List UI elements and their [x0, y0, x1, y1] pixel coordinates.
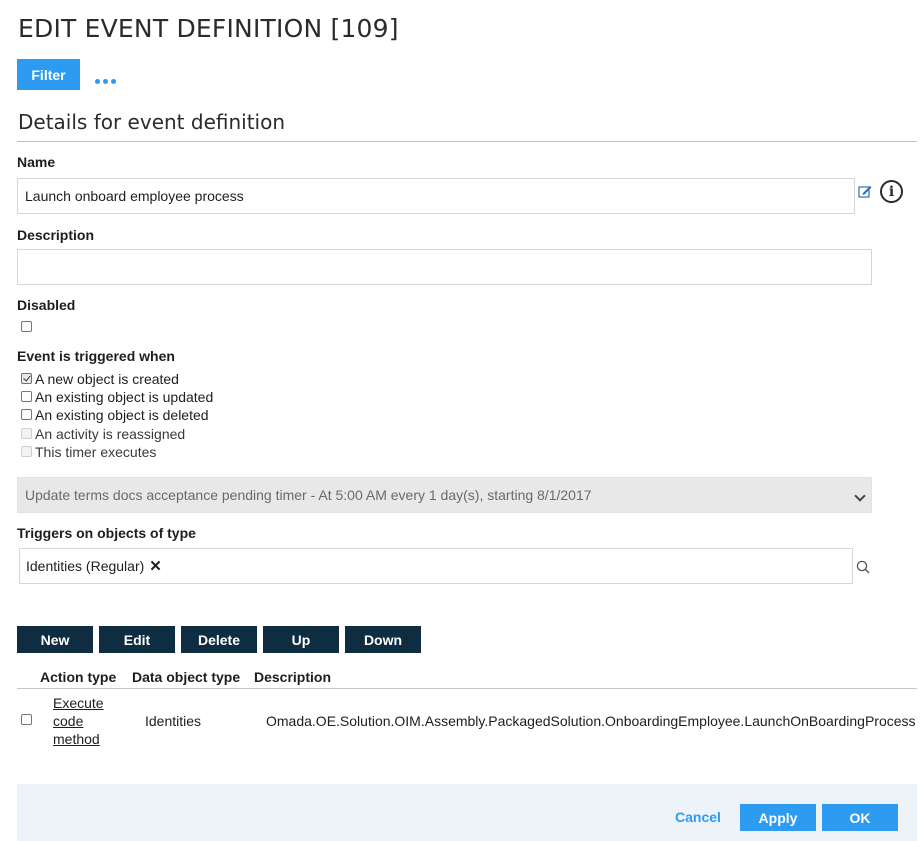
action-type-line: code [53, 713, 84, 729]
column-header-data-object-type[interactable]: Data object type [132, 669, 240, 685]
trigger-timer-checkbox [21, 446, 32, 457]
section-divider [17, 141, 917, 142]
disabled-label: Disabled [17, 297, 76, 313]
chevron-down-icon [854, 490, 866, 502]
name-input[interactable]: Launch onboard employee process [17, 178, 855, 214]
trigger-reassigned-checkbox [21, 428, 32, 439]
trigger-created-checkbox[interactable] [21, 373, 32, 384]
edit-icon[interactable] [858, 184, 872, 198]
triggered-when-label: Event is triggered when [17, 348, 175, 364]
filter-button[interactable]: Filter [17, 59, 80, 90]
object-type-input[interactable]: Identities (Regular) ✕ [19, 548, 853, 584]
name-label: Name [17, 154, 56, 170]
table-header-divider [17, 688, 917, 689]
timer-select[interactable]: Update terms docs acceptance pending tim… [17, 477, 872, 513]
delete-button[interactable]: Delete [181, 626, 257, 653]
up-button[interactable]: Up [263, 626, 339, 653]
info-icon[interactable]: i [880, 180, 903, 203]
ok-button[interactable]: OK [822, 804, 898, 831]
row-select-checkbox[interactable] [21, 714, 32, 725]
trigger-reassigned-label: An activity is reassigned [35, 426, 186, 442]
description-label: Description [17, 227, 95, 243]
apply-button[interactable]: Apply [740, 804, 816, 831]
tag-remove-icon[interactable]: ✕ [149, 557, 162, 575]
page-title: EDIT EVENT DEFINITION [109] [18, 14, 399, 43]
description-cell: Omada.OE.Solution.OIM.Assembly.PackagedS… [266, 713, 916, 729]
trigger-updated-label: An existing object is updated [35, 389, 214, 405]
timer-select-value: Update terms docs acceptance pending tim… [25, 487, 592, 503]
disabled-checkbox[interactable] [21, 321, 32, 332]
cancel-button[interactable]: Cancel [675, 809, 721, 825]
action-type-line: Execute [53, 695, 104, 711]
section-title: Details for event definition [18, 110, 286, 134]
search-icon[interactable] [856, 560, 870, 574]
new-button[interactable]: New [17, 626, 93, 653]
edit-button[interactable]: Edit [99, 626, 175, 653]
object-type-label: Triggers on objects of type [17, 525, 196, 541]
data-object-type-cell: Identities [145, 713, 202, 729]
more-horizontal-icon[interactable] [95, 79, 117, 85]
description-input[interactable] [17, 249, 872, 285]
trigger-deleted-label: An existing object is deleted [35, 407, 209, 423]
action-type-link[interactable]: Execute code method [53, 694, 113, 748]
action-type-line: method [53, 731, 100, 747]
trigger-created-label: A new object is created [35, 371, 179, 387]
object-type-tag-label: Identities (Regular) [26, 558, 145, 574]
column-header-action-type[interactable]: Action type [40, 669, 116, 685]
trigger-deleted-checkbox[interactable] [21, 409, 32, 420]
object-type-tag: Identities (Regular) ✕ [26, 557, 162, 575]
trigger-timer-label: This timer executes [35, 444, 157, 460]
column-header-description[interactable]: Description [254, 669, 331, 685]
down-button[interactable]: Down [345, 626, 421, 653]
trigger-updated-checkbox[interactable] [21, 391, 32, 402]
